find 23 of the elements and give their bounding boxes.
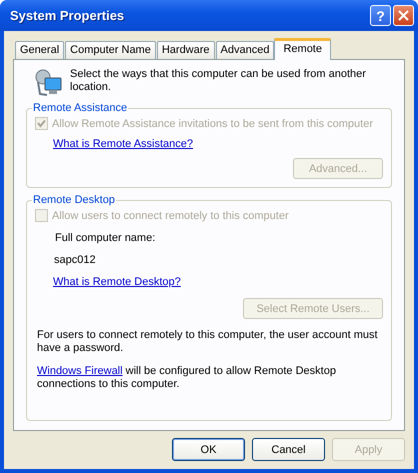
computer-name: sapc012 — [54, 254, 96, 266]
tab[interactable]: General — [15, 41, 64, 59]
firewall-link[interactable]: Windows Firewall — [37, 365, 123, 377]
close-icon[interactable] — [393, 5, 414, 26]
tab[interactable]: Computer Name — [65, 41, 156, 59]
help-link[interactable]: What is Remote Desktop? — [53, 276, 181, 288]
window-title: System Properties — [10, 8, 126, 23]
checkbox-label: Allow users to connect remotely to this computer — [52, 210, 289, 222]
checkbox-label: Allow Remote Assistance invitations to be sent from this computer — [52, 118, 373, 130]
tab[interactable]: Hardware — [156, 41, 215, 59]
field-label: Full computer name: — [55, 232, 156, 244]
computer-icon — [34, 68, 64, 98]
help-button[interactable]: ? — [370, 5, 391, 26]
group-title: Remote Assistance — [32, 102, 128, 114]
group-title: Remote Desktop — [32, 194, 116, 206]
intro-text: Select the ways that this computer can be used from another location. — [70, 68, 367, 94]
firewall-note: Windows Firewall will be configured to allow Remote Desktop connections to this computer. — [37, 365, 337, 391]
password-note: For users to connect remotely to this computer, the user account must have a password. — [37, 329, 379, 355]
cancel-button[interactable]: Cancel — [252, 438, 325, 461]
tab[interactable]: Remote — [274, 38, 331, 60]
ok-button[interactable]: OK — [172, 438, 245, 461]
help-link[interactable]: What is Remote Assistance? — [53, 138, 194, 150]
tab[interactable]: Advanced — [216, 41, 274, 59]
